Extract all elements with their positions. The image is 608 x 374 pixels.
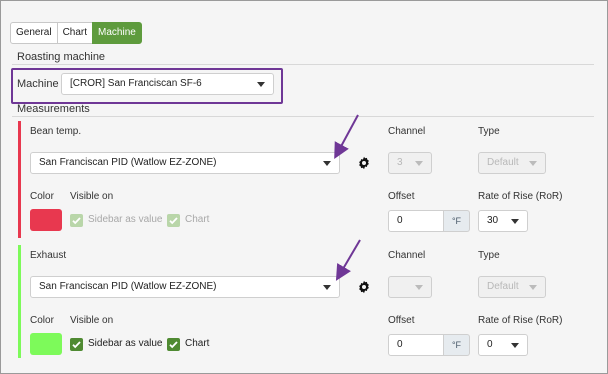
tab-bar: General Chart Machine (10, 22, 142, 44)
type-header: Type (478, 126, 500, 137)
channel-select[interactable]: 3 (388, 152, 432, 174)
chevron-down-icon (415, 285, 423, 290)
offset-input[interactable]: 0 (388, 334, 444, 356)
chart-checkbox[interactable] (167, 214, 180, 227)
divider (12, 116, 594, 117)
sidebar-checkbox-label: Sidebar as value (88, 338, 163, 349)
roasting-machine-heading: Roasting machine (17, 51, 106, 63)
chevron-down-icon (415, 161, 423, 166)
measurement-color-bar (18, 121, 21, 238)
ror-header: Rate of Rise (RoR) (478, 315, 563, 326)
chevron-down-icon (511, 219, 519, 224)
channel-select-value: 3 (397, 157, 403, 168)
type-select[interactable]: Default (478, 276, 546, 298)
chevron-down-icon (529, 161, 537, 166)
unit-addon: °F (444, 334, 470, 356)
ror-select[interactable]: 0 (478, 334, 528, 356)
chevron-down-icon (257, 82, 265, 87)
measurement-name: Exhaust (30, 250, 67, 261)
check-icon (72, 217, 81, 225)
ror-select-value: 0 (487, 339, 493, 350)
sidebar-checkbox[interactable] (70, 214, 83, 227)
offset-header: Offset (388, 315, 415, 326)
ror-select[interactable]: 30 (478, 210, 528, 232)
channel-header: Channel (388, 250, 426, 261)
type-select-value: Default (487, 281, 519, 292)
channel-header: Channel (388, 126, 426, 137)
ror-select-value: 30 (487, 215, 499, 226)
unit-addon: °F (444, 210, 470, 232)
chart-checkbox-label: Chart (185, 214, 210, 225)
measurement-name: Bean temp. (30, 126, 82, 137)
type-select-value: Default (487, 157, 519, 168)
source-select[interactable]: San Franciscan PID (Watlow EZ-ZONE) (30, 276, 340, 298)
source-select[interactable]: San Franciscan PID (Watlow EZ-ZONE) (30, 152, 340, 174)
color-label: Color (30, 191, 54, 202)
chart-checkbox[interactable] (167, 338, 180, 351)
gear-icon[interactable] (357, 156, 371, 170)
measurements-heading: Measurements (17, 103, 90, 115)
chart-checkbox-label: Chart (185, 338, 210, 349)
color-swatch[interactable] (30, 333, 62, 355)
chevron-down-icon (511, 343, 519, 348)
sidebar-checkbox-label: Sidebar as value (88, 214, 163, 225)
machine-select-value: [CROR] San Franciscan SF-6 (70, 78, 202, 89)
check-icon (72, 341, 81, 349)
visible-on-label: Visible on (70, 315, 114, 326)
machine-label: Machine (17, 78, 59, 90)
machine-select[interactable]: [CROR] San Franciscan SF-6 (61, 73, 274, 95)
chevron-down-icon (323, 285, 331, 290)
tab-chart[interactable]: Chart (56, 22, 94, 44)
offset-input[interactable]: 0 (388, 210, 444, 232)
color-label: Color (30, 315, 54, 326)
tab-machine[interactable]: Machine (92, 22, 142, 44)
tab-general[interactable]: General (10, 22, 58, 44)
offset-header: Offset (388, 191, 415, 202)
source-select-value: San Franciscan PID (Watlow EZ-ZONE) (39, 281, 217, 292)
check-icon (169, 341, 178, 349)
sidebar-checkbox[interactable] (70, 338, 83, 351)
color-swatch[interactable] (30, 209, 62, 231)
measurement-color-bar (18, 245, 21, 358)
type-header: Type (478, 250, 500, 261)
chevron-down-icon (323, 161, 331, 166)
visible-on-label: Visible on (70, 191, 114, 202)
gear-icon[interactable] (357, 280, 371, 294)
ror-header: Rate of Rise (RoR) (478, 191, 563, 202)
source-select-value: San Franciscan PID (Watlow EZ-ZONE) (39, 157, 217, 168)
type-select[interactable]: Default (478, 152, 546, 174)
check-icon (169, 217, 178, 225)
chevron-down-icon (529, 285, 537, 290)
divider (12, 64, 594, 65)
channel-select[interactable] (388, 276, 432, 298)
